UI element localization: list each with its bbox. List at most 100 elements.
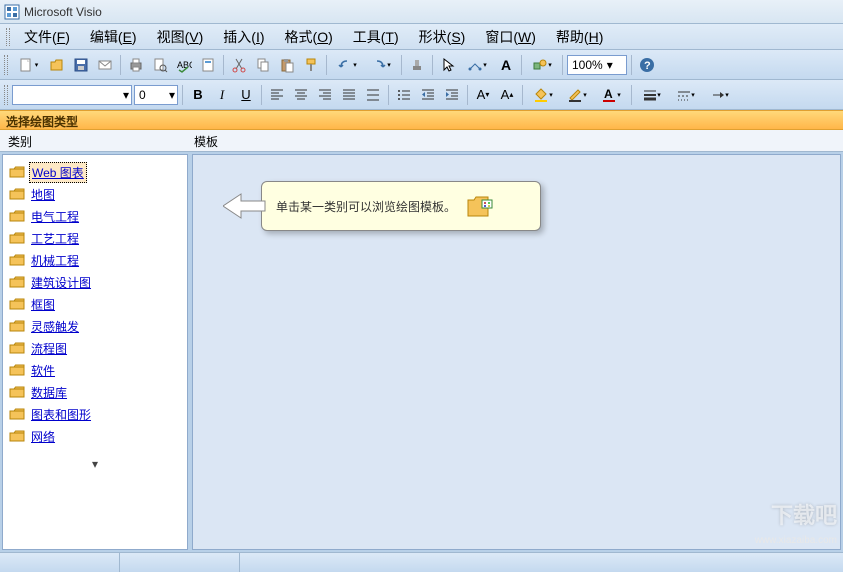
menu-window[interactable]: 窗口(W) xyxy=(475,25,546,49)
spelling-button[interactable]: ABC xyxy=(173,54,195,76)
category-label: 流程图 xyxy=(29,339,69,358)
menu-tools[interactable]: 工具(T) xyxy=(343,25,409,49)
statusbar xyxy=(0,552,843,572)
svg-text:A: A xyxy=(501,57,511,73)
toolbar-handle[interactable] xyxy=(4,85,8,105)
category-label: 工艺工程 xyxy=(29,229,81,248)
folder-icon xyxy=(9,209,25,223)
watermark-url: www.xiazaiba.com xyxy=(755,535,837,546)
decrease-font-button[interactable]: A▾ xyxy=(472,84,494,106)
app-icon xyxy=(4,4,20,20)
justify-button[interactable] xyxy=(338,84,360,106)
status-cell xyxy=(120,553,240,572)
menubar: 文件(F) 编辑(E) 视图(V) 插入(I) 格式(O) 工具(T) 形状(S… xyxy=(0,24,843,50)
print-button[interactable] xyxy=(125,54,147,76)
pointer-button[interactable] xyxy=(437,54,459,76)
italic-button[interactable]: I xyxy=(211,84,233,106)
category-item[interactable]: 软件 xyxy=(7,359,183,381)
hint-callout: 单击某一类别可以浏览绘图模板。 xyxy=(223,181,541,231)
text-tool-button[interactable]: A xyxy=(495,54,517,76)
shapes-button[interactable]: ▾ xyxy=(526,54,558,76)
category-item[interactable]: 灵感触发 xyxy=(7,315,183,337)
font-color-button[interactable]: A▾ xyxy=(595,84,627,106)
categories-panel: Web 图表地图电气工程工艺工程机械工程建筑设计图框图灵感触发流程图软件数据库图… xyxy=(2,154,188,550)
watermark-text: 下载吧 xyxy=(771,498,837,530)
titlebar: Microsoft Visio xyxy=(0,0,843,24)
column-headers: 类别 模板 xyxy=(0,130,843,152)
toolbar-handle[interactable] xyxy=(4,55,8,75)
increase-font-button[interactable]: A▴ xyxy=(496,84,518,106)
workspace: Web 图表地图电气工程工艺工程机械工程建筑设计图框图灵感触发流程图软件数据库图… xyxy=(0,152,843,552)
save-button[interactable] xyxy=(70,54,92,76)
category-item[interactable]: 机械工程 xyxy=(7,249,183,271)
folder-icon xyxy=(9,275,25,289)
folder-icon xyxy=(9,319,25,333)
menu-shapes[interactable]: 形状(S) xyxy=(409,25,476,49)
category-item[interactable]: 电气工程 xyxy=(7,205,183,227)
menu-help[interactable]: 帮助(H) xyxy=(546,25,613,49)
more-items-icon[interactable]: ▾ xyxy=(3,453,187,475)
line-weight-button[interactable]: ▾ xyxy=(636,84,668,106)
menu-insert[interactable]: 插入(I) xyxy=(213,25,274,49)
line-ends-button[interactable]: ▾ xyxy=(704,84,736,106)
align-left-button[interactable] xyxy=(266,84,288,106)
open-button[interactable] xyxy=(46,54,68,76)
bold-button[interactable]: B xyxy=(187,84,209,106)
folder-icon xyxy=(9,407,25,421)
folder-icon xyxy=(9,341,25,355)
undo-button[interactable]: ▾ xyxy=(331,54,363,76)
category-label: 框图 xyxy=(29,295,57,314)
format-painter-button[interactable] xyxy=(300,54,322,76)
category-item[interactable]: 建筑设计图 xyxy=(7,271,183,293)
status-cell xyxy=(0,553,120,572)
category-item[interactable]: 工艺工程 xyxy=(7,227,183,249)
print-preview-button[interactable] xyxy=(149,54,171,76)
menu-edit[interactable]: 编辑(E) xyxy=(80,25,147,49)
toolbar-handle[interactable] xyxy=(6,28,10,46)
svg-text:A: A xyxy=(604,87,613,101)
mail-button[interactable] xyxy=(94,54,116,76)
hint-text: 单击某一类别可以浏览绘图模板。 xyxy=(276,198,456,215)
category-item[interactable]: 框图 xyxy=(7,293,183,315)
drawing-type-banner: 选择绘图类型 xyxy=(0,110,843,130)
new-button[interactable]: ▾ xyxy=(12,54,44,76)
align-right-button[interactable] xyxy=(314,84,336,106)
increase-indent-button[interactable] xyxy=(441,84,463,106)
paste-button[interactable] xyxy=(276,54,298,76)
category-item[interactable]: 流程图 xyxy=(7,337,183,359)
line-pattern-button[interactable]: ▾ xyxy=(670,84,702,106)
folder-templates-icon xyxy=(466,192,494,220)
decrease-indent-button[interactable] xyxy=(417,84,439,106)
category-item[interactable]: 数据库 xyxy=(7,381,183,403)
category-item[interactable]: 网络 xyxy=(7,425,183,447)
align-center-button[interactable] xyxy=(290,84,312,106)
fill-color-button[interactable]: ▾ xyxy=(527,84,559,106)
category-label: 机械工程 xyxy=(29,251,81,270)
stamp-button[interactable] xyxy=(406,54,428,76)
cut-button[interactable] xyxy=(228,54,250,76)
font-combo[interactable]: ▾ xyxy=(12,85,132,105)
category-item[interactable]: 图表和图形 xyxy=(7,403,183,425)
line-color-button[interactable]: ▾ xyxy=(561,84,593,106)
help-button[interactable]: ? xyxy=(636,54,658,76)
connector-button[interactable]: ▾ xyxy=(461,54,493,76)
distribute-button[interactable] xyxy=(362,84,384,106)
category-label: 网络 xyxy=(29,427,57,446)
menu-format[interactable]: 格式(O) xyxy=(275,25,343,49)
app-title: Microsoft Visio xyxy=(24,5,102,19)
category-item[interactable]: Web 图表 xyxy=(7,161,183,183)
research-button[interactable] xyxy=(197,54,219,76)
categories-header: 类别 xyxy=(0,130,186,151)
bullets-button[interactable] xyxy=(393,84,415,106)
menu-file[interactable]: 文件(F) xyxy=(14,25,80,49)
zoom-combo[interactable]: 100%▾ xyxy=(567,55,627,75)
category-item[interactable]: 地图 xyxy=(7,183,183,205)
category-label: 灵感触发 xyxy=(29,317,81,336)
fontsize-combo[interactable]: 0▾ xyxy=(134,85,178,105)
redo-button[interactable]: ▾ xyxy=(365,54,397,76)
category-label: 软件 xyxy=(29,361,57,380)
underline-button[interactable]: U xyxy=(235,84,257,106)
menu-view[interactable]: 视图(V) xyxy=(147,25,214,49)
copy-button[interactable] xyxy=(252,54,274,76)
svg-text:?: ? xyxy=(644,60,651,72)
